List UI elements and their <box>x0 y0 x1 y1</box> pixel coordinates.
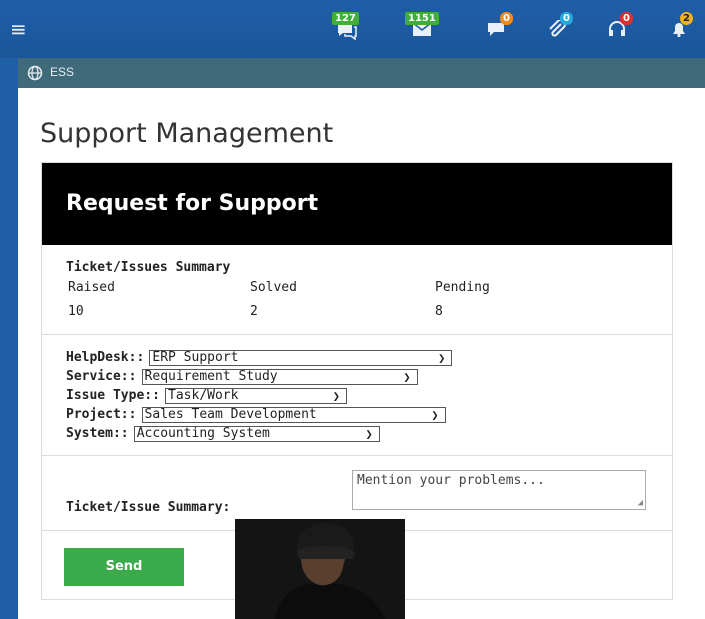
issue-type-select[interactable]: Task/Work ❯ <box>165 387 348 404</box>
system-label: System:: <box>66 426 129 441</box>
breadcrumb-item-ess[interactable]: ESS <box>50 65 74 79</box>
pending-value: 8 <box>435 304 443 319</box>
issue-summary-label: Ticket/Issue Summary: <box>66 500 231 515</box>
solved-label: Solved <box>250 280 297 295</box>
project-value: Sales Team Development <box>144 406 317 422</box>
raised-label: Raised <box>68 280 115 295</box>
page-title: Support Management <box>40 118 334 149</box>
issue-summary-placeholder: Mention your problems... <box>357 473 545 488</box>
raised-value: 10 <box>68 304 84 319</box>
messages-nav-item[interactable]: 127 <box>330 12 370 46</box>
ticket-summary-section: Ticket/Issues Summary Raised Solved Pend… <box>42 246 672 335</box>
panel-title: Request for Support <box>66 191 319 216</box>
service-value: Requirement Study <box>144 368 278 384</box>
chevron-down-icon: ❯ <box>332 388 341 403</box>
support-badge: 0 <box>620 12 633 25</box>
chevron-down-icon: ❯ <box>431 407 439 422</box>
chevron-down-icon: ❯ <box>365 426 373 441</box>
comments-badge: 0 <box>500 12 513 25</box>
issue-type-value: Task/Work <box>168 387 239 403</box>
system-row: System:: Accounting System ❯ <box>66 423 380 442</box>
pending-label: Pending <box>435 280 490 295</box>
panel-header: Request for Support <box>42 163 672 245</box>
issue-type-row: Issue Type:: Task/Work ❯ <box>66 385 348 404</box>
service-select[interactable]: Requirement Study ❯ <box>141 368 418 385</box>
issue-summary-textarea[interactable]: Mention your problems... ◢ <box>352 470 646 510</box>
service-label: Service:: <box>66 369 137 384</box>
breadcrumb: ESS <box>18 58 705 88</box>
attachments-badge: 0 <box>560 12 573 25</box>
globe-icon <box>27 65 43 81</box>
summary-title: Ticket/Issues Summary <box>66 260 231 275</box>
send-button[interactable]: Send <box>64 548 184 586</box>
ticket-form-section: HelpDesk:: ERP Support ❯ Service:: Requi… <box>42 335 672 456</box>
solved-value: 2 <box>250 304 258 319</box>
hamburger-icon[interactable]: ≡ <box>10 18 36 40</box>
top-navbar: ≡ 127 1151 0 0 0 2 <box>0 0 705 58</box>
project-label: Project:: <box>66 407 137 422</box>
messages-badge: 127 <box>332 12 359 25</box>
support-nav-item[interactable]: 0 <box>600 12 640 46</box>
alerts-badge: 2 <box>680 12 693 25</box>
service-row: Service:: Requirement Study ❯ <box>66 366 418 385</box>
issue-type-label: Issue Type:: <box>66 388 160 403</box>
chevron-down-icon: ❯ <box>403 369 411 384</box>
helpdesk-row: HelpDesk:: ERP Support ❯ <box>66 347 453 366</box>
system-select[interactable]: Accounting System ❯ <box>133 425 380 442</box>
mail-badge: 1151 <box>405 12 439 25</box>
system-value: Accounting System <box>136 425 270 441</box>
chevron-down-icon: ❯ <box>438 350 446 365</box>
project-row: Project:: Sales Team Development ❯ <box>66 404 446 423</box>
resize-grip-icon[interactable]: ◢ <box>638 498 643 508</box>
helpdesk-label: HelpDesk:: <box>66 350 145 365</box>
comments-nav-item[interactable]: 0 <box>480 12 520 46</box>
mail-nav-item[interactable]: 1151 <box>405 12 445 46</box>
helpdesk-select[interactable]: ERP Support ❯ <box>149 349 453 366</box>
alerts-nav-item[interactable]: 2 <box>662 12 702 46</box>
helpdesk-value: ERP Support <box>152 349 239 365</box>
project-select[interactable]: Sales Team Development ❯ <box>141 406 446 423</box>
profile-photo <box>235 519 405 619</box>
attachments-nav-item[interactable]: 0 <box>540 12 580 46</box>
